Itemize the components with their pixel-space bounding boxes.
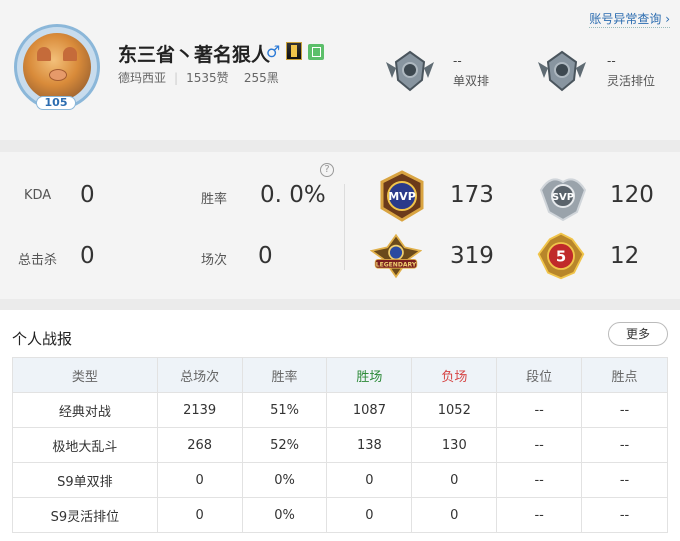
svg-text:5: 5 <box>556 248 566 266</box>
table-row: S9灵活排位 0 0% 0 0 -- -- <box>12 497 668 533</box>
copy-icon[interactable] <box>308 44 324 60</box>
row-winrate: 0% <box>241 497 328 533</box>
solo-rank-label: 单双排 <box>453 74 490 88</box>
games-label: 场次 <box>201 253 228 268</box>
stats-divider <box>344 184 345 270</box>
row-points: -- <box>581 497 668 533</box>
row-losses: 130 <box>411 427 498 463</box>
legendary-badge-icon: LEGENDARY <box>370 233 422 279</box>
row-total: 0 <box>156 497 243 533</box>
col-points: 胜点 <box>581 357 668 393</box>
row-winrate: 52% <box>241 427 328 463</box>
table-header-row: 类型 总场次 胜率 胜场 负场 段位 胜点 <box>12 357 668 393</box>
row-losses: 0 <box>411 462 498 498</box>
row-type: S9单双排 <box>12 462 158 498</box>
row-points: -- <box>581 427 668 463</box>
row-tier: -- <box>496 462 583 498</box>
help-icon[interactable]: ? <box>320 163 334 177</box>
report-table: 类型 总场次 胜率 胜场 负场 段位 胜点 经典对战 2139 51% 1087… <box>12 357 668 533</box>
row-tier: -- <box>496 392 583 428</box>
svg-text:SVP: SVP <box>552 192 574 203</box>
col-wins: 胜场 <box>326 357 413 393</box>
row-points: -- <box>581 392 668 428</box>
row-wins: 1087 <box>326 392 413 428</box>
svg-text:LEGENDARY: LEGENDARY <box>376 261 417 268</box>
player-name: 东三省丶著名狠人 <box>118 44 271 66</box>
flex-rank-value: -- <box>607 54 616 68</box>
unranked-emblem-icon <box>538 50 586 92</box>
row-winrate: 51% <box>241 392 328 428</box>
unranked-emblem-icon <box>386 50 434 92</box>
male-icon: ♂ <box>266 42 281 61</box>
server-name: 德玛西亚 <box>118 71 167 85</box>
row-type: 极地大乱斗 <box>12 427 158 463</box>
mvp-count: 173 <box>450 182 494 208</box>
col-type: 类型 <box>12 357 158 393</box>
row-wins: 138 <box>326 427 413 463</box>
games-value: 0 <box>258 243 273 269</box>
table-row: 经典对战 2139 51% 1087 1052 -- -- <box>12 392 668 428</box>
svg-text:MVP: MVP <box>388 190 416 203</box>
penta-kill-count: 12 <box>610 243 640 269</box>
kills-label: 总击杀 <box>18 253 58 268</box>
row-losses: 0 <box>411 497 498 533</box>
row-wins: 0 <box>326 462 413 498</box>
row-tier: -- <box>496 427 583 463</box>
pig-avatar-icon <box>23 33 91 101</box>
mvp-badge-icon: MVP <box>380 170 424 222</box>
kda-value: 0 <box>80 182 95 208</box>
profile-subinfo: 德玛西亚 | 1535赞 255黑 <box>118 71 279 85</box>
winrate-value: 0. 0% <box>260 182 326 208</box>
col-losses: 负场 <box>411 357 498 393</box>
report-title: 个人战报 <box>12 330 73 348</box>
table-row: S9单双排 0 0% 0 0 -- -- <box>12 462 668 498</box>
svp-badge-icon: SVP <box>539 178 587 222</box>
kills-value: 0 <box>80 243 95 269</box>
svp-count: 120 <box>610 182 654 208</box>
row-losses: 1052 <box>411 392 498 428</box>
honor-level-icon <box>286 42 302 60</box>
legendary-count: 319 <box>450 243 494 269</box>
solo-rank-value: -- <box>453 54 462 68</box>
penta-kill-badge-icon: 5 <box>537 232 585 280</box>
col-winrate: 胜率 <box>241 357 328 393</box>
row-total: 2139 <box>156 392 243 428</box>
row-type: 经典对战 <box>12 392 158 428</box>
row-type: S9灵活排位 <box>12 497 158 533</box>
flex-rank-label: 灵活排位 <box>607 74 656 88</box>
kda-label: KDA <box>24 188 52 203</box>
table-row: 极地大乱斗 268 52% 138 130 -- -- <box>12 427 668 463</box>
level-badge: 105 <box>36 96 76 110</box>
row-winrate: 0% <box>241 462 328 498</box>
account-anomaly-link[interactable]: 账号异常查询 › <box>589 10 670 28</box>
row-total: 268 <box>156 427 243 463</box>
like-count: 1535赞 <box>186 71 229 85</box>
more-button[interactable]: 更多 <box>608 322 668 346</box>
row-wins: 0 <box>326 497 413 533</box>
row-points: -- <box>581 462 668 498</box>
col-total-games: 总场次 <box>156 357 243 393</box>
col-tier: 段位 <box>496 357 583 393</box>
row-total: 0 <box>156 462 243 498</box>
winrate-label: 胜率 <box>201 192 228 207</box>
row-tier: -- <box>496 497 583 533</box>
black-count: 255黑 <box>243 71 279 85</box>
